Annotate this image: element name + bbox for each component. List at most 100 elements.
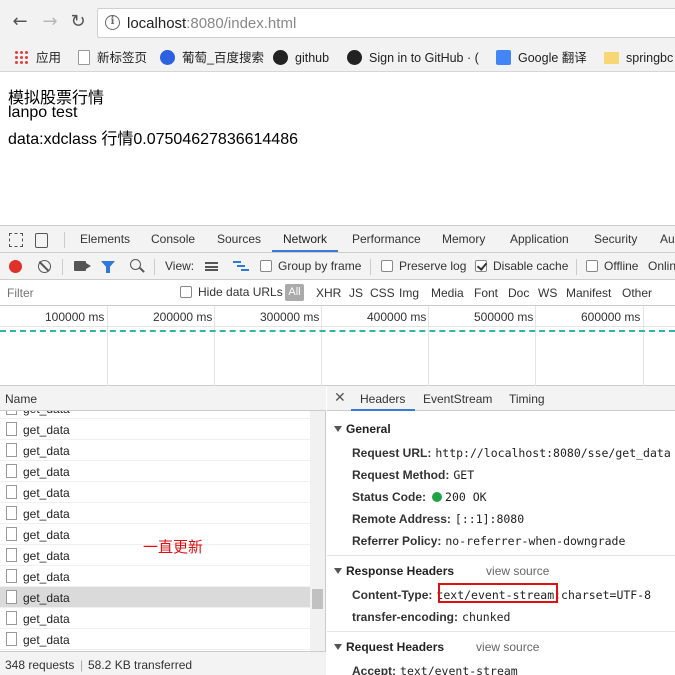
tab-application[interactable]: Application [510,232,569,246]
general-section-toggle[interactable]: General [334,422,391,436]
info-icon[interactable]: i [105,15,120,30]
tab-performance[interactable]: Performance [352,232,421,246]
hide-data-urls-option[interactable]: Hide data URLs [180,285,283,299]
address-url[interactable]: localhost:8080/index.html [127,15,296,32]
requests-header[interactable]: Name [0,386,326,411]
filter-other[interactable]: Other [622,286,652,300]
view-source-link[interactable]: view source [476,640,539,654]
bookmark-apps[interactable]: 应用 [14,49,61,67]
document-icon [6,506,17,520]
tab-eventstream[interactable]: EventStream [423,392,492,406]
offline-checkbox[interactable] [586,259,598,272]
table-row[interactable]: get_data [0,461,310,482]
document-icon [6,632,17,646]
filter-ws[interactable]: WS [538,286,557,300]
filter-manifest[interactable]: Manifest [566,286,611,300]
record-icon[interactable] [9,260,22,273]
name-column-header[interactable]: Name [5,392,37,406]
bookmark-google-translate[interactable]: Google 翻译 [496,49,587,67]
table-row[interactable]: get_data [0,629,310,650]
request-name: get_data [23,612,70,626]
clear-icon[interactable] [38,260,51,273]
header-key: Content-Type: [352,588,433,602]
tab-network[interactable]: Network [283,232,327,246]
filter-media[interactable]: Media [431,286,464,300]
bookmark-github[interactable]: github [273,49,329,67]
disable-cache-option[interactable]: Disable cache [475,259,568,273]
group-by-frame-option[interactable]: Group by frame [260,259,361,273]
timeline-overview[interactable]: 100000 ms 200000 ms 300000 ms 400000 ms … [0,306,675,386]
offline-option[interactable]: Offline [586,259,638,273]
filter-img[interactable]: Img [399,286,419,300]
throttling-select[interactable]: Onlin [648,259,675,273]
filter-all-button[interactable]: All [285,284,304,301]
close-icon[interactable]: ✕ [334,390,346,406]
disable-cache-checkbox[interactable] [475,259,487,272]
section-divider [327,631,675,632]
filter-funnel-icon[interactable] [101,261,115,273]
preserve-log-option[interactable]: Preserve log [381,259,466,273]
filter-font[interactable]: Font [474,286,498,300]
filter-xhr[interactable]: XHR [316,286,341,300]
header-row: Remote Address: [::1]:8080 [352,512,524,526]
large-rows-icon[interactable] [205,262,218,271]
tab-audits[interactable]: Au [660,232,675,246]
table-row-selected[interactable]: get_data [0,587,310,608]
bookmark-github-signin[interactable]: Sign in to GitHub · ( [347,49,479,67]
document-icon [6,527,17,541]
tab-headers[interactable]: Headers [360,392,405,406]
table-row[interactable]: get_data [0,482,310,503]
tab-memory[interactable]: Memory [442,232,485,246]
table-row[interactable]: get_data [0,411,310,419]
expand-triangle-icon [334,568,342,574]
waterfall-icon[interactable] [233,261,249,272]
tab-elements[interactable]: Elements [80,232,130,246]
table-row[interactable]: get_data [0,608,310,629]
document-icon [6,611,17,625]
back-arrow-icon[interactable]: ← [10,12,30,32]
requests-scrollbar[interactable] [310,411,325,651]
folder-icon [604,51,619,64]
bookmark-spring[interactable]: springbc [604,49,673,67]
timeline-tick: 400000 ms [367,310,427,324]
forward-arrow-icon[interactable]: → [40,12,60,32]
tab-console[interactable]: Console [151,232,195,246]
reload-icon[interactable]: ↻ [68,12,88,32]
header-value: no-referrer-when-downgrade [445,534,626,548]
bookmark-baidu[interactable]: 葡萄_百度搜索 [160,49,264,67]
table-row[interactable]: get_data [0,440,310,461]
bookmark-new-tab[interactable]: 新标签页 [78,49,147,67]
device-toolbar-icon[interactable] [35,233,48,248]
inspect-element-icon[interactable] [9,233,23,247]
filter-css[interactable]: CSS [370,286,395,300]
request-headers-section-toggle[interactable]: Request Headers view source [334,640,539,654]
response-headers-section-toggle[interactable]: Response Headers view source [334,564,549,578]
search-icon[interactable] [130,259,141,270]
request-name: get_data [23,465,70,479]
browser-toolbar: ← → ↻ i localhost:8080/index.html [0,0,675,44]
tab-sources[interactable]: Sources [217,232,261,246]
table-row[interactable]: get_data [0,566,310,587]
address-bar[interactable]: i localhost:8080/index.html [97,8,675,38]
header-row: Request Method: GET [352,468,474,482]
group-by-frame-checkbox[interactable] [260,259,272,272]
hide-data-urls-checkbox[interactable] [180,285,192,298]
filter-js[interactable]: JS [349,286,363,300]
section-divider [327,555,675,556]
gridline [428,306,429,386]
capture-screenshots-icon[interactable] [74,261,91,271]
baidu-paw-icon [160,50,175,66]
request-name: get_data [23,423,70,437]
view-label: View: [165,259,195,273]
scrollbar-thumb[interactable] [312,589,323,609]
table-row[interactable]: get_data [0,503,310,524]
expand-triangle-icon [334,426,342,432]
tab-security[interactable]: Security [594,232,637,246]
requests-list: get_data get_data get_data get_data get_… [0,411,310,651]
filter-doc[interactable]: Doc [508,286,529,300]
tab-timing[interactable]: Timing [509,392,545,406]
filter-input[interactable] [3,284,166,302]
preserve-log-checkbox[interactable] [381,259,393,272]
table-row[interactable]: get_data [0,419,310,440]
view-source-link[interactable]: view source [486,564,549,578]
